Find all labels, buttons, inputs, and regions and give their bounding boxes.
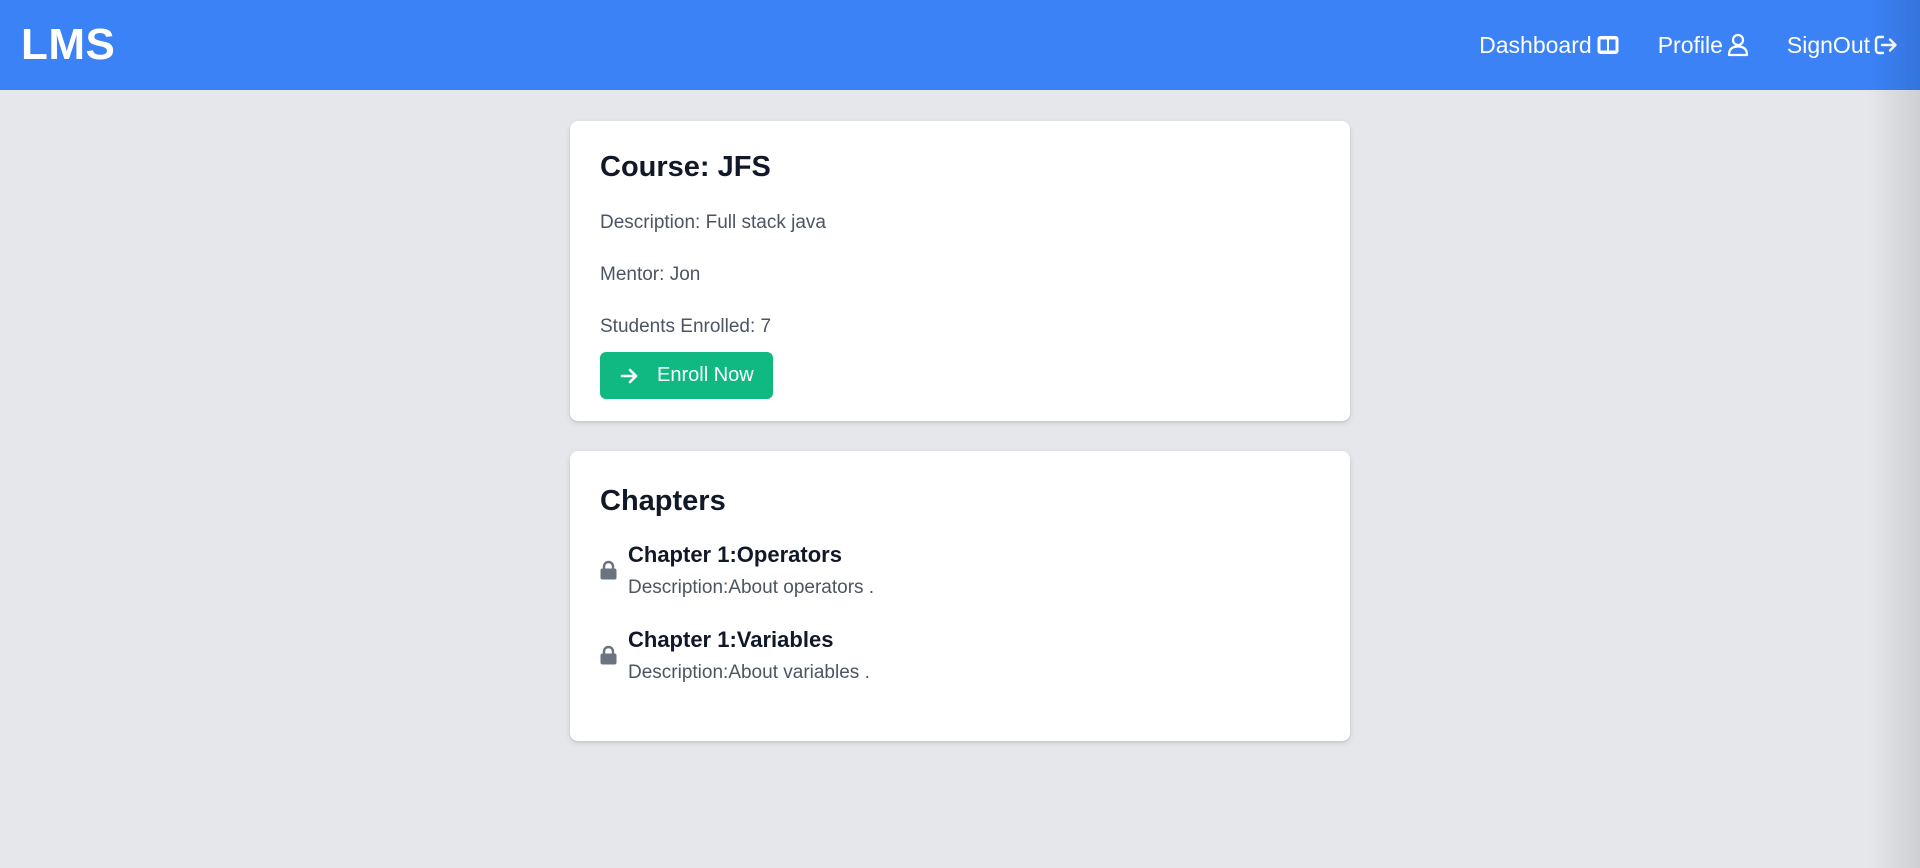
- chapter-title: Chapter 1:Operators: [628, 542, 842, 567]
- chapter-item[interactable]: Chapter 1:Variables Description:About va…: [600, 627, 1320, 684]
- nav-links: Dashboard Profile SignOut: [1479, 32, 1898, 59]
- app-logo[interactable]: LMS: [21, 20, 115, 70]
- nav-profile-link[interactable]: Profile: [1658, 32, 1749, 59]
- sign-out-icon: [1874, 35, 1897, 55]
- enroll-now-button[interactable]: Enroll Now: [600, 352, 773, 399]
- user-icon: [1727, 33, 1748, 57]
- chapter-title: Chapter 1:Variables: [628, 627, 834, 652]
- scroll-edge-shadow: [1868, 0, 1920, 868]
- chapter-text: Chapter 1:Variables Description:About va…: [628, 627, 870, 684]
- nav-dashboard-label: Dashboard: [1479, 31, 1592, 58]
- nav-signout-label: SignOut: [1786, 31, 1870, 58]
- lock-icon: [600, 542, 628, 585]
- chapters-card: Chapters Chapter 1:Operators Description…: [570, 451, 1350, 741]
- chapter-item[interactable]: Chapter 1:Operators Description:About op…: [600, 542, 1320, 599]
- chapter-text: Chapter 1:Operators Description:About op…: [628, 542, 874, 599]
- chapters-title: Chapters: [600, 485, 726, 517]
- course-title: Course: JFS: [600, 151, 771, 183]
- chapter-description: Description:About variables .: [628, 662, 870, 683]
- nav-signout-link[interactable]: SignOut: [1787, 32, 1898, 59]
- course-mentor: Mentor: Jon: [600, 264, 701, 285]
- lock-icon: [600, 627, 628, 670]
- columns-icon: [1597, 36, 1619, 54]
- arrow-right-icon: [620, 368, 638, 383]
- chapter-description: Description:About operators .: [628, 577, 875, 598]
- top-navbar: LMS Dashboard Profile SignOut: [0, 0, 1920, 90]
- nav-dashboard-link[interactable]: Dashboard: [1479, 32, 1620, 59]
- enroll-now-label: Enroll Now: [657, 364, 754, 386]
- course-card: Course: JFS Description: Full stack java…: [570, 121, 1350, 421]
- course-students-enrolled: Students Enrolled: 7: [600, 316, 772, 337]
- course-description: Description: Full stack java: [600, 212, 826, 233]
- nav-profile-label: Profile: [1657, 31, 1723, 58]
